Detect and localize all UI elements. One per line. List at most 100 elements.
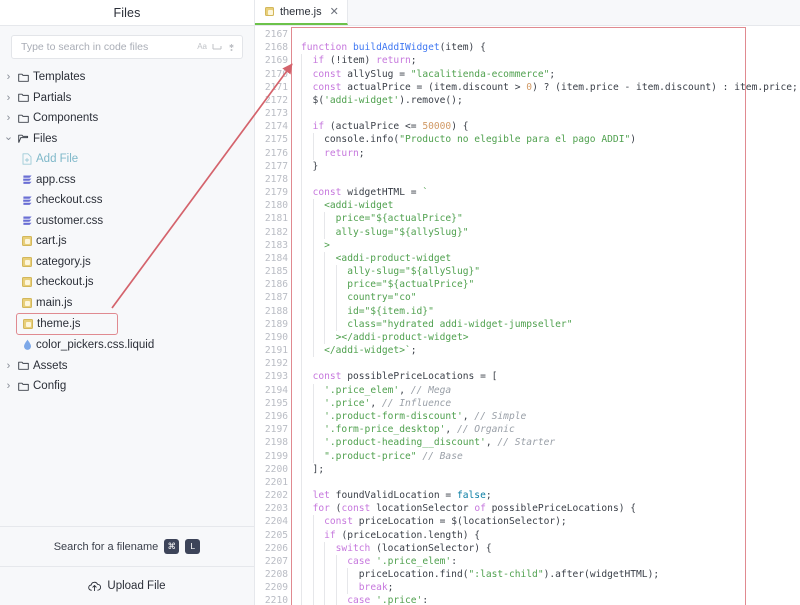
chevron-down-icon[interactable]: ⌄: [2, 137, 15, 141]
code-line[interactable]: [295, 173, 800, 186]
code-line[interactable]: if (priceLocation.length) {: [295, 529, 800, 542]
code-line[interactable]: '.price', // Influence: [295, 397, 800, 410]
indent-guide: [301, 160, 302, 173]
code-line[interactable]: ".product-price" // Base: [295, 450, 800, 463]
code-line[interactable]: class="hydrated addi-widget-jumpseller": [295, 318, 800, 331]
folder-icon: [15, 72, 33, 83]
code-line[interactable]: price="${actualPrice}": [295, 212, 800, 225]
code-line[interactable]: for (const locationSelector of possibleP…: [295, 502, 800, 515]
search-input[interactable]: [19, 40, 197, 54]
indent-guide: [313, 515, 314, 528]
whole-word-icon[interactable]: [212, 43, 222, 51]
tree-item-partials[interactable]: ›Partials: [0, 88, 254, 109]
code-line[interactable]: [295, 107, 800, 120]
code-line[interactable]: case '.price':: [295, 594, 800, 605]
code-line[interactable]: [295, 28, 800, 41]
code-line[interactable]: console.info("Producto no elegible para …: [295, 133, 800, 146]
line-number: 2199: [255, 450, 288, 463]
code-token: [301, 82, 313, 93]
code-line[interactable]: function buildAddIWidget(item) {: [295, 41, 800, 54]
code-line[interactable]: ally-slug="${allySlug}": [295, 226, 800, 239]
code-line[interactable]: '.form-price_desktop', // Organic: [295, 423, 800, 436]
code-line[interactable]: '.product-form-discount', // Simple: [295, 410, 800, 423]
tree-item-theme-js[interactable]: theme.js: [16, 313, 118, 335]
match-case-icon[interactable]: Aa: [197, 43, 207, 51]
regex-icon[interactable]: [227, 43, 236, 52]
code-token: const: [313, 371, 342, 382]
code-token: ) {: [451, 121, 468, 132]
tree-item-category-js[interactable]: category.js: [0, 252, 254, 273]
tree-item-cart-js[interactable]: cart.js: [0, 231, 254, 252]
code-token: let: [313, 490, 330, 501]
search-section: Aa: [0, 26, 254, 63]
code-line[interactable]: if (actualPrice <= 50000) {: [295, 120, 800, 133]
upload-file-button[interactable]: Upload File: [0, 566, 254, 605]
chevron-right-icon[interactable]: ›: [2, 360, 15, 372]
code-line[interactable]: const actualPrice = (item.discount > 0) …: [295, 81, 800, 94]
filename-search-shortcut[interactable]: Search for a filename ⌘ L: [0, 526, 254, 566]
code-line[interactable]: >: [295, 239, 800, 252]
code-token: ,: [463, 411, 475, 422]
code-line[interactable]: ></addi-product-widget>: [295, 331, 800, 344]
code-line[interactable]: price="${actualPrice}": [295, 278, 800, 291]
tree-item-add-file[interactable]: Add File: [0, 149, 254, 170]
tree-item-customer-css[interactable]: customer.css: [0, 211, 254, 232]
code-line[interactable]: const possiblePriceLocations = [: [295, 370, 800, 383]
code-line[interactable]: $('addi-widget').remove();: [295, 94, 800, 107]
code-line[interactable]: country="co": [295, 291, 800, 304]
code-line[interactable]: break;: [295, 581, 800, 594]
indent-guide: [336, 581, 337, 594]
indent-guide: [313, 555, 314, 568]
tree-item-components[interactable]: ›Components: [0, 108, 254, 129]
code-line[interactable]: }: [295, 160, 800, 173]
code-line[interactable]: return;: [295, 147, 800, 160]
chevron-right-icon[interactable]: ›: [2, 92, 15, 104]
tree-item-main-js[interactable]: main.js: [0, 293, 254, 314]
code-line[interactable]: const widgetHTML = `: [295, 186, 800, 199]
chevron-right-icon[interactable]: ›: [2, 71, 15, 83]
tree-item-config[interactable]: ›Config: [0, 376, 254, 397]
line-number: 2181: [255, 212, 288, 225]
code-line[interactable]: case '.price_elem':: [295, 555, 800, 568]
code-lines[interactable]: function buildAddIWidget(item) { if (!it…: [295, 28, 800, 605]
line-number: 2207: [255, 555, 288, 568]
code-line[interactable]: <addi-widget: [295, 199, 800, 212]
search-box[interactable]: Aa: [11, 35, 243, 59]
tree-item-files[interactable]: ⌄Files: [0, 129, 254, 150]
code-line[interactable]: <addi-product-widget: [295, 252, 800, 265]
folder-icon: [15, 381, 33, 392]
indent-guide: [324, 318, 325, 331]
line-number: 2175: [255, 133, 288, 146]
code-line[interactable]: ];: [295, 463, 800, 476]
chevron-right-icon[interactable]: ›: [2, 380, 15, 392]
chevron-right-icon[interactable]: ›: [2, 112, 15, 124]
close-icon[interactable]: ✕: [330, 5, 339, 18]
code-line[interactable]: const allySlug = "lacalitienda-ecommerce…: [295, 68, 800, 81]
line-number: 2169: [255, 54, 288, 67]
tree-item-checkout-css[interactable]: checkout.css: [0, 190, 254, 211]
code-view[interactable]: 2167216821692170217121722173217421752176…: [255, 26, 800, 605]
code-line[interactable]: '.price_elem', // Mega: [295, 384, 800, 397]
code-line[interactable]: </addi-widget>`;: [295, 344, 800, 357]
tree-item-label: Add File: [36, 153, 78, 165]
tree-item-templates[interactable]: ›Templates: [0, 67, 254, 88]
tree-item-assets[interactable]: ›Assets: [0, 356, 254, 377]
code-line[interactable]: '.product-heading__discount', // Starter: [295, 436, 800, 449]
code-line[interactable]: switch (locationSelector) {: [295, 542, 800, 555]
tab-theme-js[interactable]: theme.js ✕: [255, 0, 348, 25]
code-line[interactable]: if (!item) return;: [295, 54, 800, 67]
indent-guide: [313, 397, 314, 410]
tree-item-app-css[interactable]: app.css: [0, 170, 254, 191]
tree-item-checkout-js[interactable]: checkout.js: [0, 272, 254, 293]
code-line[interactable]: priceLocation.find(":last-child").after(…: [295, 568, 800, 581]
file-tree[interactable]: ›Templates›Partials›Components⌄Files Add …: [0, 63, 254, 526]
tree-item-color-pickers-css-liquid[interactable]: color_pickers.css.liquid: [0, 335, 254, 356]
indent-guide: [301, 133, 302, 146]
code-line[interactable]: ally-slug="${allySlug}": [295, 265, 800, 278]
code-line[interactable]: const priceLocation = $(locationSelector…: [295, 515, 800, 528]
code-line[interactable]: [295, 357, 800, 370]
code-line[interactable]: id="${item.id}": [295, 305, 800, 318]
code-line[interactable]: let foundValidLocation = false;: [295, 489, 800, 502]
code-line[interactable]: [295, 476, 800, 489]
shortcut-label: Search for a filename: [54, 541, 159, 553]
